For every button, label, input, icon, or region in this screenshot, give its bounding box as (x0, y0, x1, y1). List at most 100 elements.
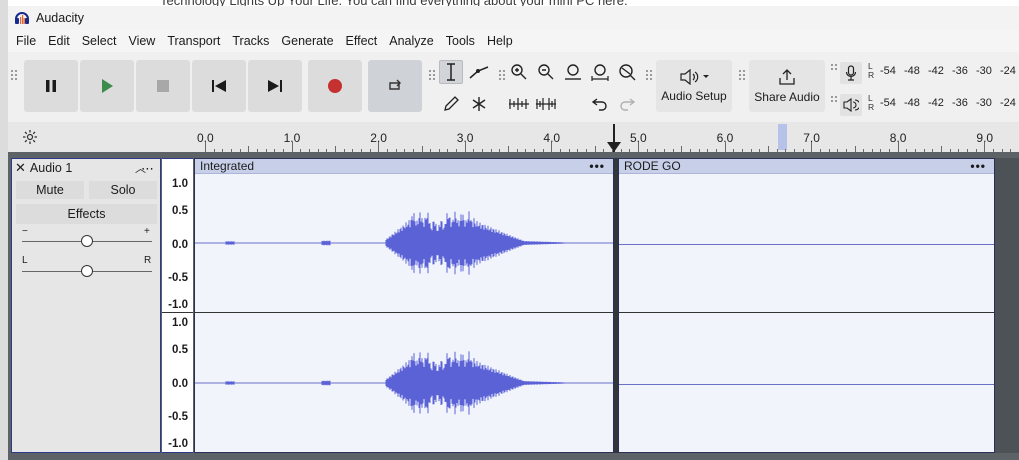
asterisk-icon (472, 97, 486, 111)
audio-clip-integrated[interactable]: Integrated ••• (194, 158, 614, 453)
playback-meter-tick: -30 (976, 97, 992, 109)
envelope-tool[interactable] (467, 60, 491, 84)
waveform[interactable] (195, 174, 613, 452)
menu-effect[interactable]: Effect (340, 34, 384, 48)
title-bar[interactable]: Audacity (8, 6, 1019, 30)
toolbar: Audio Setup Share Audio LR -54 -48 -42 -… (8, 54, 1019, 122)
selection-marker[interactable] (778, 124, 787, 150)
vruler-label: 0.0 (172, 378, 188, 390)
zoom-out-button[interactable] (534, 60, 558, 84)
playback-meter-tick: -54 (880, 97, 896, 109)
gain-minus-label: − (22, 226, 28, 237)
clip-menu-icon[interactable]: ••• (589, 159, 605, 173)
loop-button[interactable] (368, 60, 422, 112)
gain-plus-label: + (144, 226, 150, 237)
menu-tools[interactable]: Tools (440, 34, 481, 48)
share-audio-button[interactable]: Share Audio (749, 60, 825, 112)
menu-transport[interactable]: Transport (161, 34, 226, 48)
menu-bar: File Edit Select View Transport Tracks G… (8, 30, 1019, 52)
zoom-toggle-button[interactable] (615, 60, 639, 84)
menu-generate[interactable]: Generate (275, 34, 339, 48)
undo-button[interactable] (588, 92, 612, 116)
effects-button[interactable]: Effects (16, 204, 157, 224)
skip-start-icon (212, 80, 226, 92)
window-title: Audacity (36, 11, 84, 25)
gear-icon (23, 130, 37, 144)
audio-setup-button[interactable]: Audio Setup (656, 60, 732, 112)
clip-name[interactable]: RODE GO (624, 159, 681, 173)
toolbar-grip-share[interactable] (739, 70, 745, 80)
clip-name[interactable]: Integrated (200, 159, 254, 173)
playback-meter[interactable]: LR -54 -48 -42 -36 -30 -24 (868, 94, 1019, 112)
share-upload-icon (779, 69, 795, 85)
menu-edit[interactable]: Edit (42, 34, 76, 48)
menu-view[interactable]: View (122, 34, 161, 48)
zoom-fit-icon (591, 64, 609, 81)
trim-outside-button[interactable] (507, 92, 531, 116)
clip-header[interactable]: Integrated ••• (195, 159, 613, 174)
menu-file[interactable]: File (10, 34, 42, 48)
redo-button[interactable] (615, 92, 639, 116)
toolbar-grip-record-meter[interactable] (831, 64, 837, 70)
playback-meter-button[interactable] (840, 94, 862, 116)
timeline-settings-button[interactable] (22, 129, 38, 148)
timeline-tick (205, 142, 206, 152)
close-track-icon[interactable]: ✕ (15, 160, 26, 176)
timeline-tick (638, 142, 639, 152)
zoom-in-button[interactable] (507, 60, 531, 84)
skip-end-icon (268, 80, 282, 92)
vertical-ruler[interactable]: 1.0 0.5 0.0 -0.5 -1.0 1.0 0.5 0.0 -0.5 -… (162, 158, 193, 453)
timeline-tick (378, 142, 380, 152)
stop-icon (157, 80, 169, 92)
empty-track-space (995, 158, 1019, 453)
multi-tool[interactable] (467, 92, 491, 116)
record-icon (328, 79, 342, 93)
silence-audio-button[interactable] (534, 92, 558, 116)
pan-slider-knob[interactable] (81, 265, 93, 277)
track-menu-icon[interactable]: ⋯ (141, 161, 154, 177)
record-meter-button[interactable] (840, 62, 862, 84)
toolbar-grip-tools[interactable] (429, 70, 435, 80)
audio-clip-rode-go[interactable]: RODE GO ••• (618, 158, 995, 453)
zoom-in-icon (511, 64, 527, 80)
gain-slider-knob[interactable] (81, 235, 93, 247)
channel-divider (162, 312, 193, 313)
play-button[interactable] (80, 60, 134, 112)
menu-tracks[interactable]: Tracks (226, 34, 275, 48)
toolbar-grip-edit[interactable] (499, 70, 505, 80)
skip-to-end-button[interactable] (248, 60, 302, 112)
mute-button[interactable]: Mute (16, 181, 84, 199)
silence-audio-icon (536, 98, 556, 110)
playback-meter-tick: -36 (952, 97, 968, 109)
record-meter[interactable]: LR -54 -48 -42 -36 -30 -24 (868, 62, 1019, 80)
fit-project-button[interactable] (588, 60, 612, 84)
draw-tool[interactable] (439, 92, 463, 116)
channel-divider (195, 312, 613, 313)
toolbar-grip-transport[interactable] (11, 70, 17, 80)
track-name[interactable]: Audio 1 (30, 161, 72, 175)
skip-to-start-button[interactable] (192, 60, 246, 112)
timeline-tick (291, 142, 293, 152)
waveform-baseline (619, 244, 994, 245)
stop-button[interactable] (136, 60, 190, 112)
playback-meter-tick: -48 (904, 97, 920, 109)
solo-button[interactable]: Solo (89, 181, 157, 199)
pause-button[interactable] (24, 60, 78, 112)
record-meter-tick: -24 (1000, 65, 1016, 77)
pencil-icon (444, 96, 459, 111)
channel-divider (619, 312, 994, 313)
selection-tool[interactable] (439, 60, 463, 84)
undo-icon (591, 98, 607, 111)
toolbar-grip-audio-setup[interactable] (646, 70, 652, 80)
menu-help[interactable]: Help (481, 34, 519, 48)
timeline-ruler[interactable]: 0.0 1.0 2.0 3.0 4.0 5.0 6.0 7.0 8.0 9.0 (8, 122, 1019, 152)
record-button[interactable] (308, 60, 362, 112)
record-meter-tick: -30 (976, 65, 992, 77)
audacity-window: Audacity File Edit Select View Transport… (8, 6, 1019, 460)
menu-analyze[interactable]: Analyze (383, 34, 439, 48)
fit-selection-button[interactable] (561, 60, 585, 84)
clip-menu-icon[interactable]: ••• (970, 159, 986, 173)
menu-select[interactable]: Select (76, 34, 123, 48)
clip-header[interactable]: RODE GO ••• (619, 159, 994, 174)
toolbar-grip-play-meter[interactable] (831, 96, 837, 102)
